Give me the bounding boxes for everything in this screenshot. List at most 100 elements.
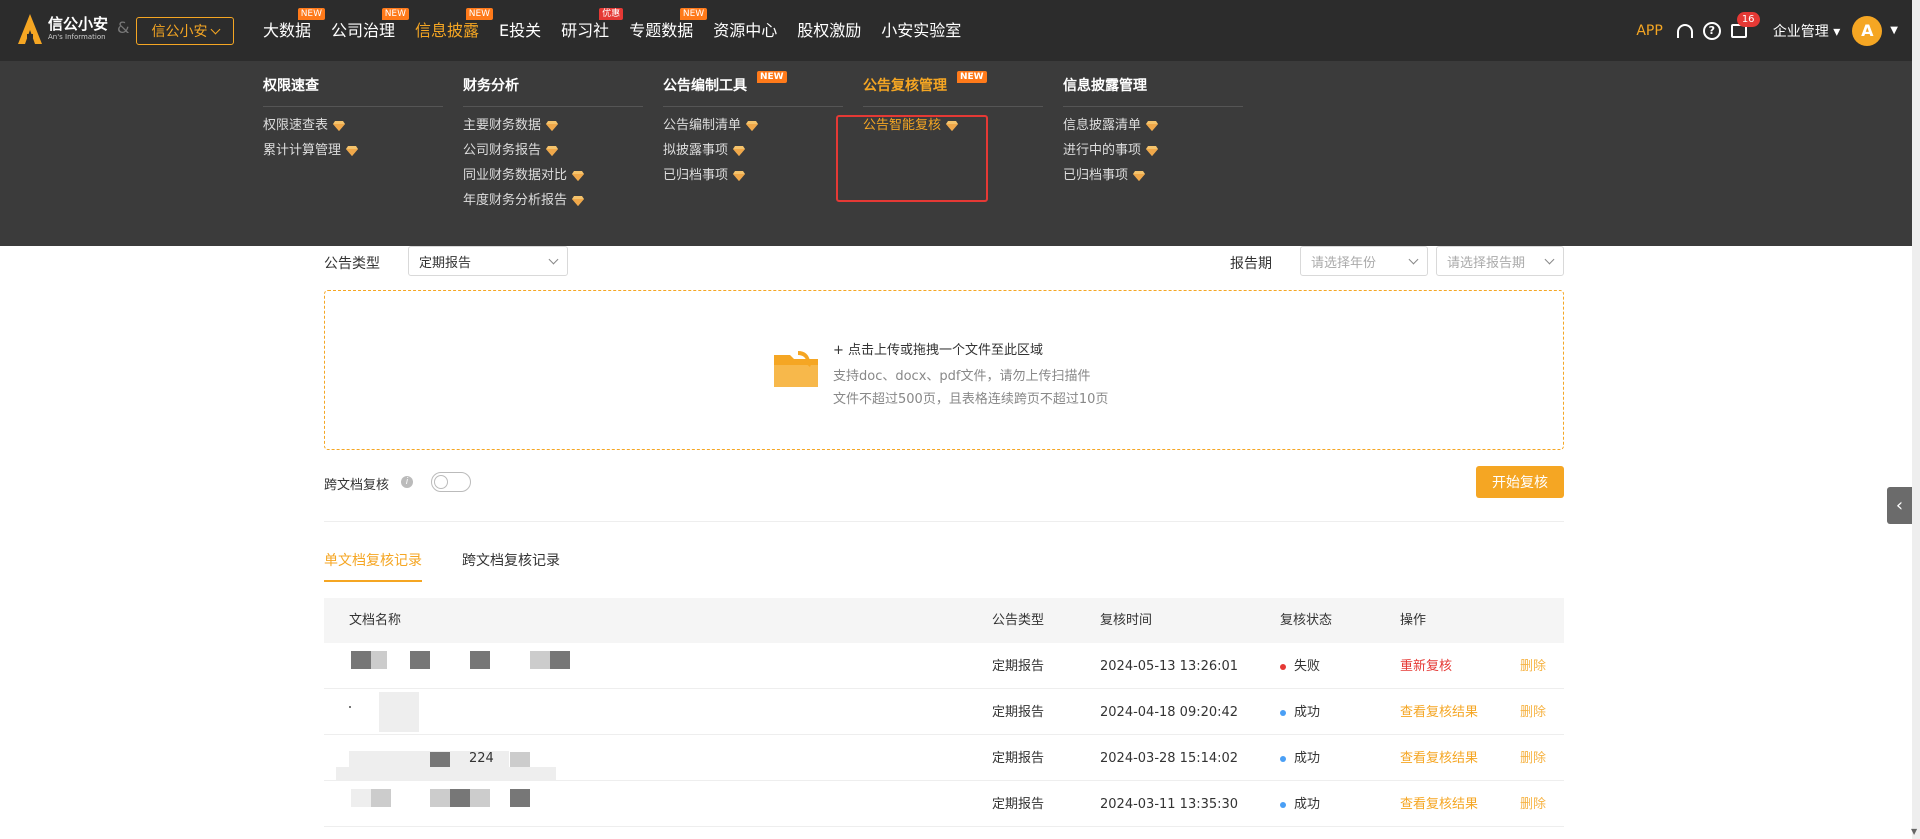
scrollbar[interactable] — [1912, 0, 1920, 839]
enterprise-menu[interactable]: 企业管理 ▾ — [1773, 21, 1840, 41]
mega-link[interactable]: 拟披露事项 — [663, 138, 843, 163]
mega-link[interactable]: 信息披露清单 — [1063, 113, 1243, 138]
year-select[interactable]: 请选择年份 — [1300, 246, 1428, 276]
logo-name: 信公小安 — [48, 15, 109, 33]
mega-heading[interactable]: 公告复核管理 NEW — [863, 61, 1043, 107]
redacted-block — [470, 651, 490, 669]
status-text: 失败 — [1294, 659, 1321, 674]
cross-doc-label: 跨文档复核 — [324, 478, 390, 493]
report-period-label: 报告期 — [1230, 256, 1272, 272]
headset-icon[interactable] — [1676, 23, 1693, 38]
chevron-down-icon — [548, 254, 559, 264]
avatar[interactable]: A — [1852, 15, 1883, 46]
diamond-icon — [572, 170, 585, 181]
mega-link-label: 年度财务分析报告 — [463, 193, 568, 208]
status-text: 成功 — [1294, 751, 1321, 766]
avatar-caret-icon[interactable]: ▼ — [1890, 25, 1898, 36]
action-link[interactable]: 查看复核结果 — [1400, 706, 1478, 719]
redacted-block — [336, 767, 556, 781]
mega-heading[interactable]: 信息披露管理 — [1063, 61, 1243, 107]
chevron-down-icon — [210, 24, 220, 34]
mega-link[interactable]: 公告编制清单 — [663, 113, 843, 138]
mega-link[interactable]: 权限速查表 — [263, 113, 443, 138]
nav-item-1[interactable]: 公司治理 NEW — [331, 0, 410, 61]
top-nav: 信公小安 An's Information & 信公小安 大数据 NEW 公司治理 N… — [0, 0, 1920, 61]
mega-link[interactable]: 公告智能复核 — [863, 113, 1043, 138]
mega-link[interactable]: 同业财务数据对比 — [463, 163, 643, 188]
redacted-block — [450, 789, 470, 807]
doc-type: 定期报告 — [992, 659, 1045, 674]
help-icon[interactable]: ? — [1702, 21, 1721, 40]
nav-item-0[interactable]: 大数据 NEW — [263, 0, 326, 61]
upload-tip-format: 支持doc、docx、pdf文件，请勿上传扫描件 — [833, 369, 1091, 384]
diamond-icon — [733, 170, 746, 181]
redacted-block — [351, 789, 371, 807]
delete-link[interactable]: 删除 — [1520, 752, 1546, 765]
tab-single-doc[interactable]: 单文档复核记录 — [324, 550, 422, 570]
nav-item-8[interactable]: 小安实验室 — [881, 0, 961, 61]
nav-item-4[interactable]: 研习社 优惠 — [561, 0, 624, 61]
mega-link-label: 累计计算管理 — [263, 143, 342, 158]
nav-item-2[interactable]: 信息披露 NEW — [415, 0, 494, 61]
review-time: 2024-04-18 09:20:42 — [1100, 705, 1239, 720]
action-link[interactable]: 查看复核结果 — [1400, 798, 1478, 811]
logo-icon — [18, 14, 42, 44]
mega-link[interactable]: 已归档事项 — [1063, 163, 1243, 188]
tab-cross-doc[interactable]: 跨文档复核记录 — [462, 550, 560, 570]
scroll-down-icon[interactable]: ▼ — [1911, 827, 1917, 836]
period-placeholder: 请选择报告期 — [1447, 255, 1526, 271]
mega-heading[interactable]: 公告编制工具 NEW — [663, 61, 843, 107]
diamond-icon — [746, 120, 759, 131]
mega-link-label: 权限速查表 — [263, 118, 329, 133]
diamond-icon — [1146, 120, 1159, 131]
mega-heading[interactable]: 权限速查 — [263, 61, 443, 107]
info-icon[interactable]: i — [401, 476, 413, 488]
table-header: 文档名称 公告类型 复核时间 复核状态 操作 — [324, 598, 1564, 643]
mega-heading-label: 信息披露管理 — [1063, 78, 1147, 94]
start-review-button[interactable]: 开始复核 — [1476, 466, 1564, 498]
nav-item-label: 信息披露 — [415, 21, 480, 40]
message-icon[interactable]: 16 — [1730, 11, 1760, 38]
mega-tag: NEW — [757, 71, 787, 83]
cross-doc-toggle[interactable] — [431, 472, 471, 492]
brand-switch[interactable]: 信公小安 — [136, 17, 234, 45]
period-select[interactable]: 请选择报告期 — [1436, 246, 1564, 276]
announcement-type-value: 定期报告 — [419, 255, 472, 271]
mega-link[interactable]: 已归档事项 — [663, 163, 843, 188]
status-badge: 成功 — [1280, 706, 1320, 719]
mega-link[interactable]: 公司财务报告 — [463, 138, 643, 163]
mega-link[interactable]: 累计计算管理 — [263, 138, 443, 163]
delete-link[interactable]: 删除 — [1520, 798, 1546, 811]
status-dot-icon — [1280, 801, 1286, 808]
status-badge: 成功 — [1280, 752, 1320, 765]
upload-dropzone[interactable]: + 点击上传或拖拽一个文件至此区域 支持doc、docx、pdf文件，请勿上传扫… — [324, 290, 1564, 450]
nav-item-7[interactable]: 股权激励 — [797, 0, 861, 61]
mega-link-label: 公司财务报告 — [463, 143, 542, 158]
message-badge: 16 — [1736, 11, 1760, 27]
table-row: 224 定期报告 2024-03-28 15:14:02 查看复核结果 删除 成功 — [324, 735, 1564, 781]
diamond-icon — [572, 195, 585, 206]
logo-subtitle: An's Information — [48, 33, 106, 41]
delete-link[interactable]: 删除 — [1520, 660, 1546, 673]
nav-tag: NEW — [465, 8, 494, 20]
nav-item-5[interactable]: 专题数据 NEW — [629, 0, 708, 61]
action-link[interactable]: 查看复核结果 — [1400, 752, 1478, 765]
nav-item-3[interactable]: E投关 — [499, 0, 541, 61]
nav-item-6[interactable]: 资源中心 — [713, 0, 777, 61]
nav-tag: NEW — [381, 8, 410, 20]
logo[interactable]: 信公小安 An's Information — [18, 14, 108, 44]
side-panel-toggle[interactable]: ‹ — [1887, 487, 1912, 524]
diamond-icon — [946, 120, 959, 131]
mega-link[interactable]: 进行中的事项 — [1063, 138, 1243, 163]
col-doc-name: 文档名称 — [349, 613, 402, 628]
nav-item-label: 小安实验室 — [881, 21, 962, 40]
mega-link[interactable]: 年度财务分析报告 — [463, 188, 643, 213]
mega-heading-label: 公告复核管理 — [863, 78, 947, 94]
nav-item-label: 公司治理 — [331, 21, 396, 40]
action-link[interactable]: 重新复核 — [1400, 660, 1452, 673]
mega-heading[interactable]: 财务分析 — [463, 61, 643, 107]
app-link[interactable]: APP — [1636, 23, 1662, 39]
announcement-type-select[interactable]: 定期报告 — [408, 246, 568, 276]
delete-link[interactable]: 删除 — [1520, 706, 1546, 719]
mega-link[interactable]: 主要财务数据 — [463, 113, 643, 138]
